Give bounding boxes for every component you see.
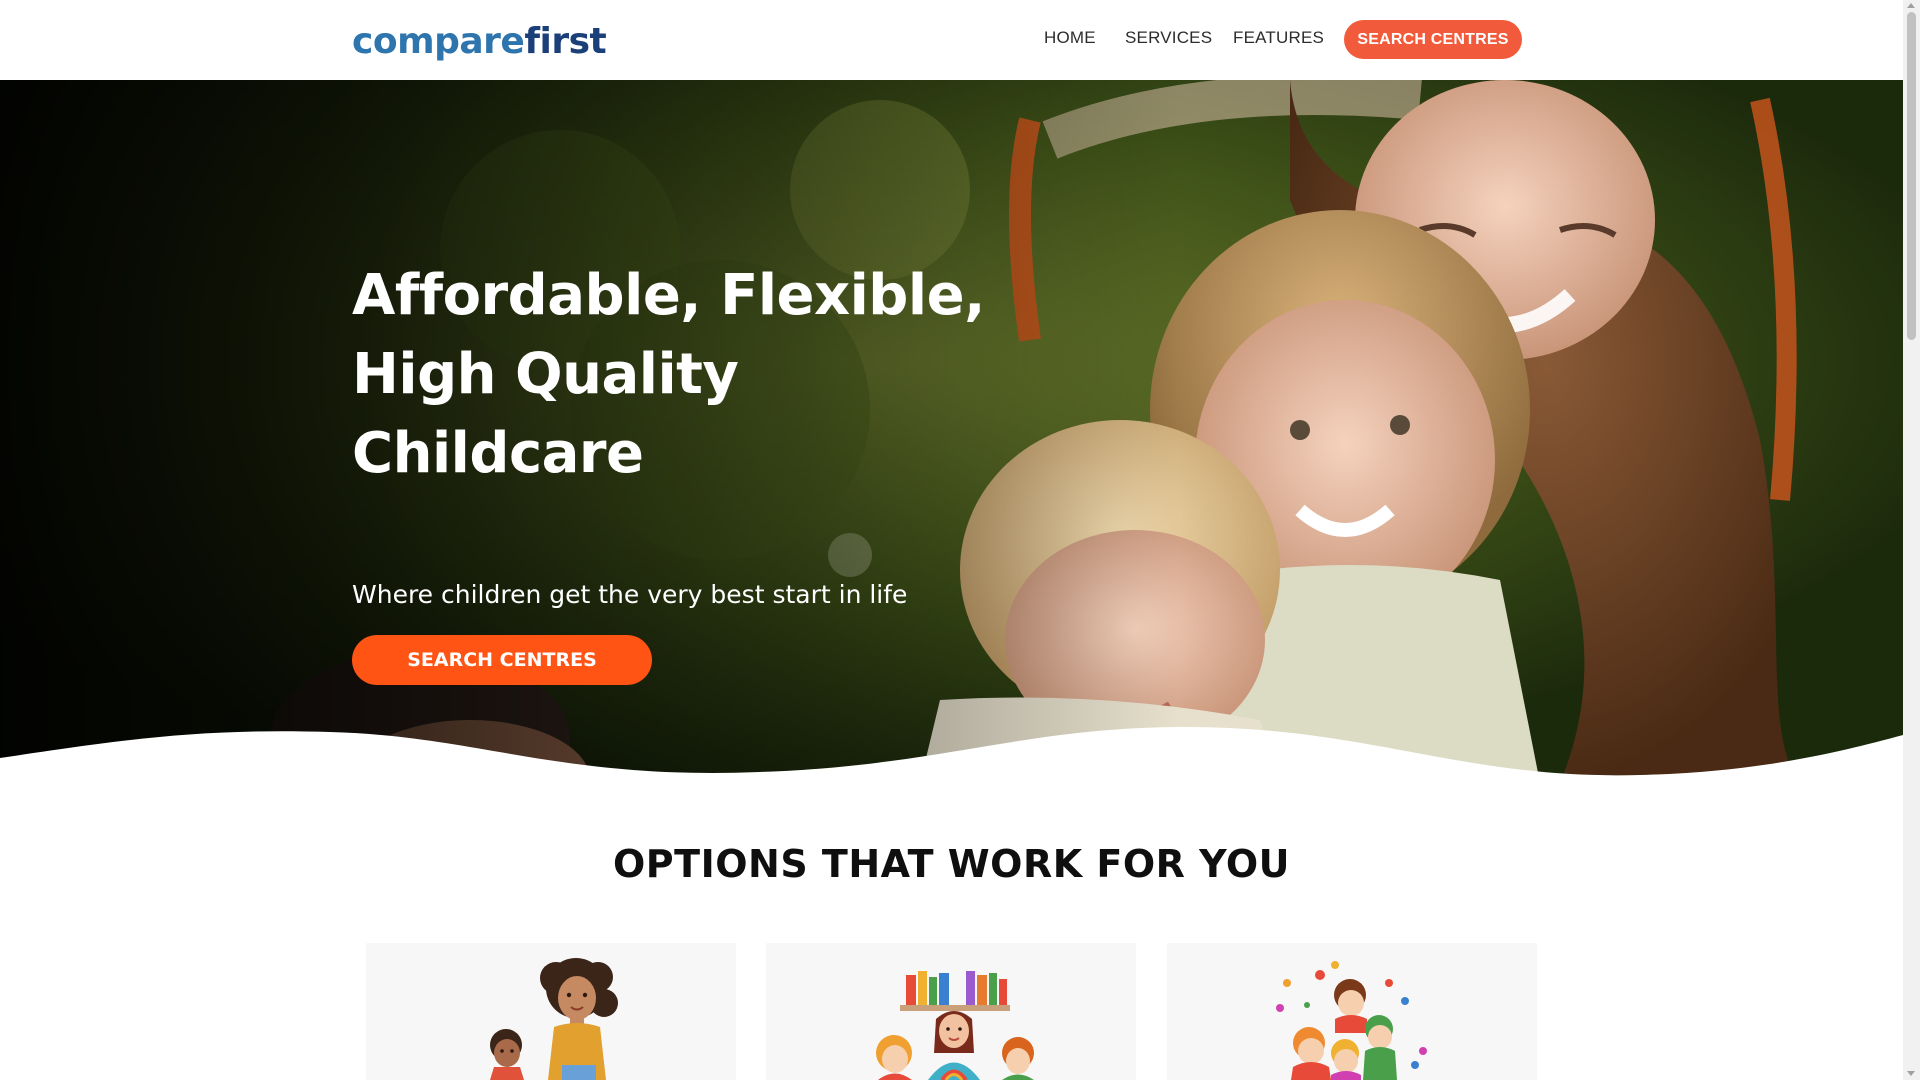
- nav-link-home[interactable]: HOME: [1044, 28, 1096, 48]
- teacher-with-children-bookshelf-illustration-icon: [876, 971, 1034, 1080]
- logo-text-first: first: [524, 21, 607, 62]
- nav-link-services[interactable]: SERVICES: [1125, 28, 1212, 48]
- children-playing-balls-illustration-icon: [1276, 961, 1427, 1080]
- scroll-up-arrow-icon[interactable]: [1907, 3, 1915, 8]
- site-logo[interactable]: comparefirst: [352, 18, 607, 66]
- nav-search-centres-button[interactable]: SEARCH CENTRES: [1344, 20, 1522, 59]
- option-card-3[interactable]: [1167, 943, 1537, 1080]
- hero-section: Affordable, Flexible, High Quality Child…: [0, 80, 1903, 783]
- parent-with-child-illustration-icon: [490, 958, 618, 1080]
- nav-link-features[interactable]: FEATURES: [1233, 28, 1324, 48]
- scrollbar-thumb[interactable]: [1907, 12, 1916, 340]
- option-card-1[interactable]: [366, 943, 736, 1080]
- option-card-2[interactable]: [766, 943, 1136, 1080]
- page-scrollbar[interactable]: [1903, 0, 1920, 1080]
- logo-text-compare: compare: [352, 21, 525, 62]
- top-navbar: comparefirst HOME SERVICES FEATURES SEAR…: [0, 0, 1903, 80]
- hero-bottom-wave: [0, 726, 1903, 783]
- scroll-down-arrow-icon[interactable]: [1907, 1071, 1915, 1076]
- options-section-title: OPTIONS THAT WORK FOR YOU: [613, 842, 1290, 886]
